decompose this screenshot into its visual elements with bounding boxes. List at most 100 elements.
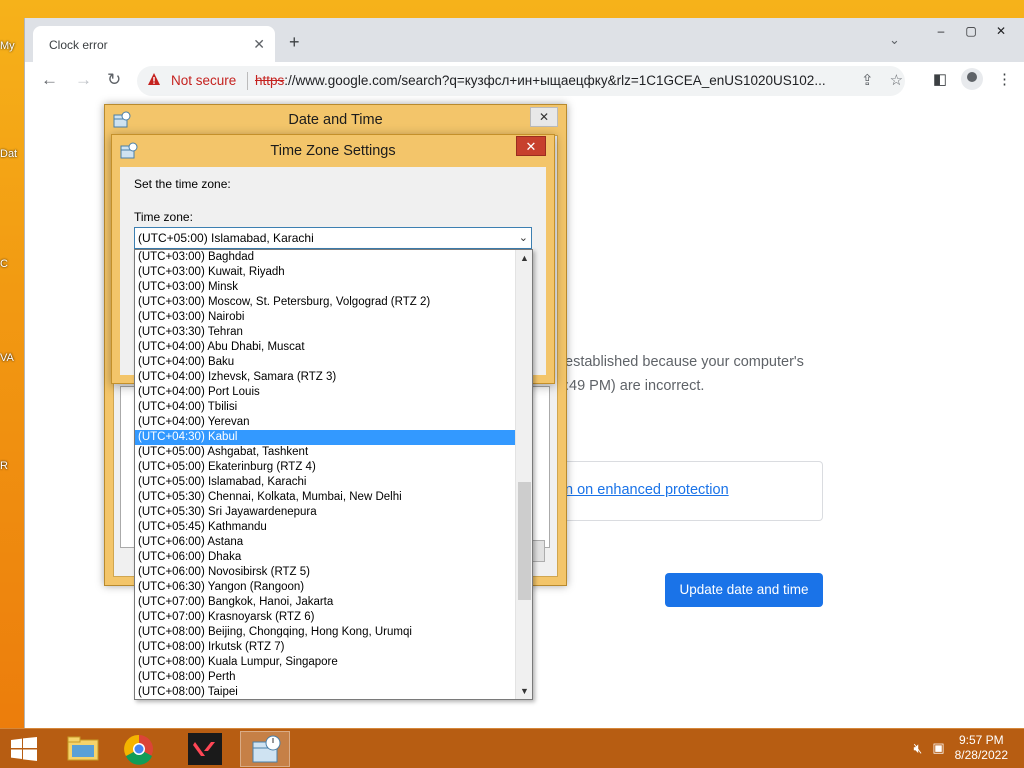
- bookmark-star-icon[interactable]: ☆: [890, 71, 903, 89]
- desktop-icon[interactable]: R: [0, 430, 24, 472]
- tab-strip: Clock error ✕ + ⌄ – ▢ ✕: [25, 18, 1024, 62]
- new-tab-button[interactable]: +: [289, 32, 300, 53]
- tab-search-icon[interactable]: ⌄: [889, 32, 900, 48]
- time-zone-option[interactable]: (UTC+06:00) Novosibirsk (RTZ 5): [135, 565, 516, 580]
- desktop-icon[interactable]: Dat: [0, 118, 24, 160]
- time-zone-option[interactable]: (UTC+08:00) Irkutsk (RTZ 7): [135, 640, 516, 655]
- desktop-shortcut-icon: [0, 10, 20, 38]
- close-tab-icon[interactable]: ✕: [253, 36, 265, 53]
- time-zone-option[interactable]: (UTC+03:00) Baghdad: [135, 250, 516, 265]
- time-zone-dropdown[interactable]: (UTC+05:00) Islamabad, Karachi ⌄: [134, 227, 532, 249]
- date-time-close-button[interactable]: ✕: [530, 107, 558, 127]
- date-time-taskbar-icon[interactable]: [240, 731, 290, 767]
- time-zone-option[interactable]: (UTC+06:00) Astana: [135, 535, 516, 550]
- time-zone-option[interactable]: (UTC+03:00) Moscow, St. Petersburg, Volg…: [135, 295, 516, 310]
- url-scheme: https: [255, 73, 285, 88]
- address-bar[interactable]: Not secure https://www.google.com/search…: [137, 66, 905, 96]
- desktop-shortcut-icon: [0, 118, 20, 146]
- time-zone-option[interactable]: (UTC+03:30) Tehran: [135, 325, 516, 340]
- time-zone-close-button[interactable]: ✕: [516, 136, 546, 156]
- update-date-time-button[interactable]: Update date and time: [665, 573, 823, 607]
- taskbar: 🔇︎ ▣ 9:57 PM 8/28/2022: [0, 728, 1024, 768]
- tray-clock[interactable]: 9:57 PM 8/28/2022: [955, 733, 1008, 763]
- list-scrollbar[interactable]: ▲ ▼: [515, 250, 532, 699]
- reload-icon[interactable]: ↻: [107, 70, 121, 90]
- desktop-icon-label: Dat: [0, 148, 18, 160]
- time-zone-option[interactable]: (UTC+07:00) Bangkok, Hanoi, Jakarta: [135, 595, 516, 610]
- forward-arrow-icon[interactable]: →: [75, 70, 92, 90]
- desktop-icon[interactable]: C: [0, 228, 24, 270]
- time-zone-option[interactable]: (UTC+04:00) Abu Dhabi, Muscat: [135, 340, 516, 355]
- windows-start-icon[interactable]: [10, 737, 38, 761]
- time-zone-option[interactable]: (UTC+04:00) Port Louis: [135, 385, 516, 400]
- time-zone-option[interactable]: (UTC+08:00) Taipei: [135, 685, 516, 699]
- close-window-button[interactable]: ✕: [986, 20, 1016, 42]
- valorant-icon[interactable]: [180, 731, 230, 767]
- tray-date: 8/28/2022: [954, 748, 1008, 762]
- scroll-thumb[interactable]: [518, 482, 531, 600]
- time-zone-option[interactable]: (UTC+04:00) Izhevsk, Samara (RTZ 3): [135, 370, 516, 385]
- time-zone-option[interactable]: (UTC+06:00) Dhaka: [135, 550, 516, 565]
- profile-avatar-icon[interactable]: [961, 68, 983, 90]
- scroll-down-icon[interactable]: ▼: [516, 684, 532, 698]
- time-zone-option[interactable]: (UTC+03:00) Nairobi: [135, 310, 516, 325]
- time-zone-option[interactable]: (UTC+04:00) Yerevan: [135, 415, 516, 430]
- scroll-up-icon[interactable]: ▲: [516, 251, 532, 265]
- omnibox-actions: ⇪ ☆: [861, 71, 903, 89]
- desktop-icon[interactable]: VA: [0, 322, 24, 364]
- file-explorer-icon[interactable]: [58, 731, 108, 767]
- chevron-down-icon[interactable]: ⌄: [519, 228, 528, 248]
- not-secure-label[interactable]: Not secure: [171, 73, 236, 88]
- time-zone-option[interactable]: (UTC+04:30) Kabul: [135, 430, 516, 445]
- date-time-title: Date and Time: [288, 112, 383, 128]
- time-zone-items: (UTC+03:00) Baghdad (UTC+03:00) Kuwait, R…: [135, 250, 516, 699]
- time-zone-option[interactable]: (UTC+04:00) Tbilisi: [135, 400, 516, 415]
- volume-muted-icon[interactable]: 🔇︎: [913, 740, 922, 757]
- time-zone-option[interactable]: (UTC+05:30) Sri Jayawardenepura: [135, 505, 516, 520]
- network-icon[interactable]: ▣: [932, 740, 944, 756]
- menu-kebab-icon[interactable]: ⋮: [997, 70, 1012, 88]
- back-arrow-icon[interactable]: ←: [41, 70, 58, 90]
- share-icon[interactable]: ⇪: [861, 71, 874, 89]
- time-zone-option[interactable]: (UTC+08:00) Kuala Lumpur, Singapore: [135, 655, 516, 670]
- time-zone-option[interactable]: (UTC+08:00) Perth: [135, 670, 516, 685]
- side-panel-icon[interactable]: ◧: [933, 70, 947, 88]
- window-controls: – ▢ ✕: [926, 20, 1016, 42]
- time-zone-option[interactable]: (UTC+05:00) Islamabad, Karachi: [135, 475, 516, 490]
- url-text[interactable]: https://www.google.com/search?q=кузфсл+и…: [255, 73, 855, 88]
- warning-icon[interactable]: [147, 72, 161, 86]
- desktop-shortcut-icon: [0, 430, 20, 458]
- time-zone-option[interactable]: (UTC+05:30) Chennai, Kolkata, Mumbai, Ne…: [135, 490, 516, 505]
- system-tray: 🔇︎ ▣ 9:57 PM 8/28/2022: [913, 733, 1008, 763]
- time-zone-option[interactable]: (UTC+05:45) Kathmandu: [135, 520, 516, 535]
- chrome-logo-icon: [124, 734, 153, 765]
- time-zone-selected-value: (UTC+05:00) Islamabad, Karachi: [138, 231, 314, 245]
- time-zone-list: (UTC+03:00) Baghdad (UTC+03:00) Kuwait, R…: [134, 249, 533, 700]
- browser-toolbar: ← → ↻ Not secure https://www.google.com/…: [25, 62, 1024, 100]
- clock-error-message: established because your computer's :49 …: [565, 350, 845, 398]
- enhanced-protection-link[interactable]: n on enhanced protection: [565, 482, 729, 498]
- time-zone-option[interactable]: (UTC+03:00) Minsk: [135, 280, 516, 295]
- time-zone-option[interactable]: (UTC+05:00) Ekaterinburg (RTZ 4): [135, 460, 516, 475]
- time-zone-option[interactable]: (UTC+07:00) Krasnoyarsk (RTZ 6): [135, 610, 516, 625]
- desktop-icon[interactable]: My: [0, 10, 24, 52]
- time-zone-option[interactable]: (UTC+08:00) Beijing, Chongqing, Hong Kon…: [135, 625, 516, 640]
- tab-title: Clock error: [49, 38, 108, 52]
- error-line-1: established because your computer's: [565, 354, 804, 370]
- url-path: ://www.google.com/search?q=кузфсл+ин+ыща…: [284, 73, 826, 88]
- time-zone-option[interactable]: (UTC+05:00) Ashgabat, Tashkent: [135, 445, 516, 460]
- tray-time: 9:57 PM: [958, 733, 1004, 747]
- url-separator: [247, 72, 248, 90]
- toolbar-right: ◧ ⋮: [933, 68, 1012, 90]
- desktop-icon-label: C: [0, 258, 8, 270]
- time-zone-option[interactable]: (UTC+04:00) Baku: [135, 355, 516, 370]
- chrome-icon[interactable]: [114, 731, 164, 767]
- tab-clock-error[interactable]: Clock error ✕: [33, 26, 275, 62]
- minimize-button[interactable]: –: [926, 20, 956, 42]
- calendar-clock-icon: [252, 735, 281, 763]
- folder-icon: [67, 736, 99, 761]
- desktop-shortcut-icon: [0, 228, 20, 256]
- time-zone-option[interactable]: (UTC+03:00) Kuwait, Riyadh: [135, 265, 516, 280]
- maximize-button[interactable]: ▢: [956, 20, 986, 42]
- time-zone-option[interactable]: (UTC+06:30) Yangon (Rangoon): [135, 580, 516, 595]
